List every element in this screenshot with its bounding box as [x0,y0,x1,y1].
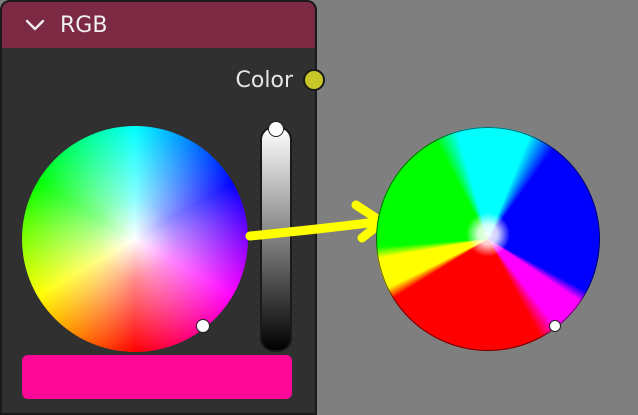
value-slider-handle[interactable] [268,121,284,137]
node-title: RGB [60,12,108,38]
wheel-cursor[interactable] [196,319,210,333]
chevron-down-icon[interactable] [24,14,46,36]
node-header[interactable]: RGB [2,2,315,48]
color-output-socket[interactable] [303,69,325,91]
color-swatch[interactable] [22,355,292,399]
segmented-wheel-cursor [549,320,561,332]
value-slider[interactable] [260,126,292,352]
color-socket-label: Color [235,68,293,93]
segmented-color-wheel [376,127,600,351]
hue-saturation-wheel[interactable] [22,126,248,352]
